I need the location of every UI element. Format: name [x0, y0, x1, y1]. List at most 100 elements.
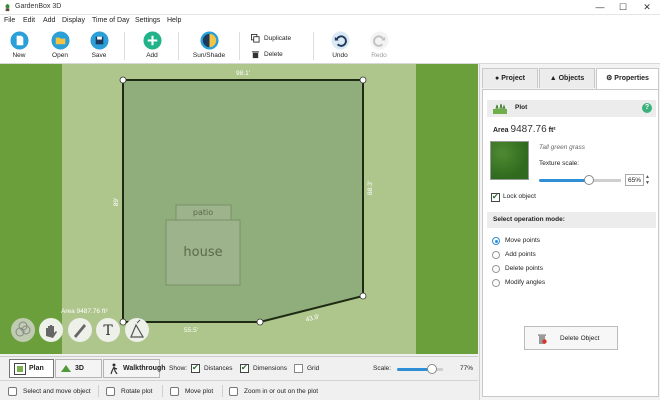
- tab-objects[interactable]: ▲ Objects: [539, 68, 595, 88]
- 3d-view-button[interactable]: 3D View: [55, 359, 102, 390]
- scale-value: 77%: [460, 365, 474, 372]
- pan-hand-tool[interactable]: [39, 318, 63, 342]
- delete-label: Delete: [264, 51, 283, 59]
- object-name: Plot: [515, 104, 528, 111]
- menu-edit[interactable]: Edit: [23, 17, 35, 24]
- plot-vertex-handle[interactable]: [359, 76, 367, 84]
- new-icon: [9, 31, 29, 50]
- dimensions-label: Dimensions: [253, 365, 287, 372]
- sun-shade-button[interactable]: Sun/Shade: [192, 31, 226, 63]
- toolbar-separator: [313, 32, 314, 60]
- house-label: house: [183, 245, 222, 260]
- plan-view-label: Plan: [29, 365, 44, 372]
- area-label: Area: [493, 127, 509, 134]
- view-bar: Plan 3D View Walkthrough Show: Distances…: [0, 356, 478, 390]
- dimension-top: 98.1': [236, 70, 250, 77]
- mode-add-points-radio[interactable]: [492, 251, 500, 259]
- grid-checkbox[interactable]: [294, 364, 303, 373]
- distances-checkbox[interactable]: [191, 363, 200, 373]
- add-plant-tool[interactable]: [11, 318, 35, 342]
- scale-label: Scale:: [373, 365, 392, 372]
- add-label: Add: [146, 52, 158, 59]
- info-icon[interactable]: ?: [642, 103, 652, 113]
- texture-scale-input[interactable]: 65%: [625, 174, 644, 186]
- grid-label: Grid: [307, 365, 320, 372]
- tab-properties[interactable]: ⚙ Properties: [596, 68, 659, 89]
- plot-vertex-handle[interactable]: [119, 76, 127, 84]
- delete-object-button[interactable]: Delete Object: [524, 326, 618, 350]
- plot-shape[interactable]: [122, 79, 364, 323]
- status-separator: [98, 385, 99, 397]
- toolbar: New Open Save Add Sun/Shade Duplicate De…: [0, 28, 660, 64]
- show-label: Show:: [169, 365, 188, 372]
- properties-content: Plot ? Area 9487.76 ft² Tall green grass…: [482, 89, 659, 397]
- dimension-left: 89': [113, 198, 120, 206]
- open-label: Open: [52, 52, 68, 59]
- menu-settings[interactable]: Settings: [135, 17, 160, 24]
- material-name: Tall green grass: [539, 144, 586, 151]
- delete-button[interactable]: Delete: [251, 50, 283, 59]
- trash-icon: [538, 334, 547, 344]
- mode-move-points-radio[interactable]: [492, 237, 500, 245]
- tab-properties-label: Properties: [614, 75, 649, 82]
- toolbar-separator: [124, 32, 125, 60]
- toolbar-separator: [178, 32, 179, 60]
- open-button[interactable]: Open: [43, 31, 77, 63]
- status-separator: [222, 385, 223, 397]
- plan-drawing: patio house 98.1' 89' 88.3' 55.5' 43.9' …: [11, 64, 416, 354]
- close-button[interactable]: ✕: [636, 0, 658, 15]
- properties-panel: ● Project ▲ Objects ⚙ Properties Plot ? …: [479, 64, 660, 400]
- duplicate-button[interactable]: Duplicate: [251, 34, 291, 43]
- mouse-right-icon: [106, 387, 115, 396]
- object-header: Plot ?: [487, 100, 656, 117]
- plan-canvas[interactable]: patio house 98.1' 89' 88.3' 55.5' 43.9' …: [0, 64, 478, 354]
- scale-slider-handle[interactable]: [427, 364, 437, 374]
- texture-scale-slider-rest: [590, 179, 621, 182]
- plan-view-icon: [14, 363, 26, 375]
- redo-button[interactable]: Redo: [362, 31, 396, 63]
- walkthrough-button[interactable]: Walkthrough: [103, 359, 166, 378]
- material-swatch[interactable]: [490, 141, 529, 180]
- mode-modify-angles-label: Modify angles: [505, 279, 546, 286]
- text-tool[interactable]: T: [96, 318, 120, 342]
- app-icon: [5, 3, 10, 12]
- menu-file[interactable]: File: [4, 17, 15, 24]
- measure-ruler-tool[interactable]: [68, 318, 92, 342]
- plot-vertex-handle[interactable]: [256, 318, 264, 326]
- redo-icon: [369, 31, 389, 50]
- new-button[interactable]: New: [2, 31, 36, 63]
- dimension-bottom: 55.5': [184, 327, 198, 334]
- add-button[interactable]: Add: [135, 31, 169, 63]
- dimensions-checkbox[interactable]: [240, 363, 249, 373]
- mouse-wheel-icon: [229, 387, 238, 396]
- menu-add[interactable]: Add: [43, 17, 55, 24]
- plan-view-button[interactable]: Plan: [9, 359, 54, 378]
- plot-vertex-handle[interactable]: [359, 292, 367, 300]
- duplicate-icon: [251, 34, 260, 43]
- menu-time-of-day[interactable]: Time of Day: [92, 17, 129, 24]
- sun-shade-icon: [199, 31, 219, 50]
- mode-delete-points-radio[interactable]: [492, 265, 500, 273]
- undo-button[interactable]: Undo: [323, 31, 357, 63]
- texture-scale-handle[interactable]: [584, 175, 594, 185]
- dimension-right: 88.3': [367, 181, 374, 195]
- plot-vertex-handle[interactable]: [119, 318, 127, 326]
- texture-scale-label: Texture scale:: [539, 160, 580, 167]
- menu-display[interactable]: Display: [62, 17, 85, 24]
- menu-help[interactable]: Help: [167, 17, 181, 24]
- mouse-middle-icon: [170, 387, 179, 396]
- save-button[interactable]: Save: [82, 31, 116, 63]
- maximize-button[interactable]: ☐: [612, 0, 634, 15]
- tab-project-label: Project: [501, 75, 525, 82]
- mode-modify-angles-radio[interactable]: [492, 279, 500, 287]
- mouse-left-icon: [8, 387, 17, 396]
- status-separator: [162, 385, 163, 397]
- texture-scale-spinner[interactable]: ▲ ▼: [645, 174, 652, 186]
- status-move: Move plot: [170, 387, 213, 396]
- edit-shape-tool[interactable]: [125, 318, 149, 342]
- lock-object-checkbox[interactable]: [491, 192, 500, 202]
- tab-project[interactable]: ● Project: [482, 68, 538, 88]
- minimize-button[interactable]: —: [589, 0, 611, 15]
- mode-delete-points-label: Delete points: [505, 265, 543, 272]
- delete-object-label: Delete Object: [560, 335, 600, 342]
